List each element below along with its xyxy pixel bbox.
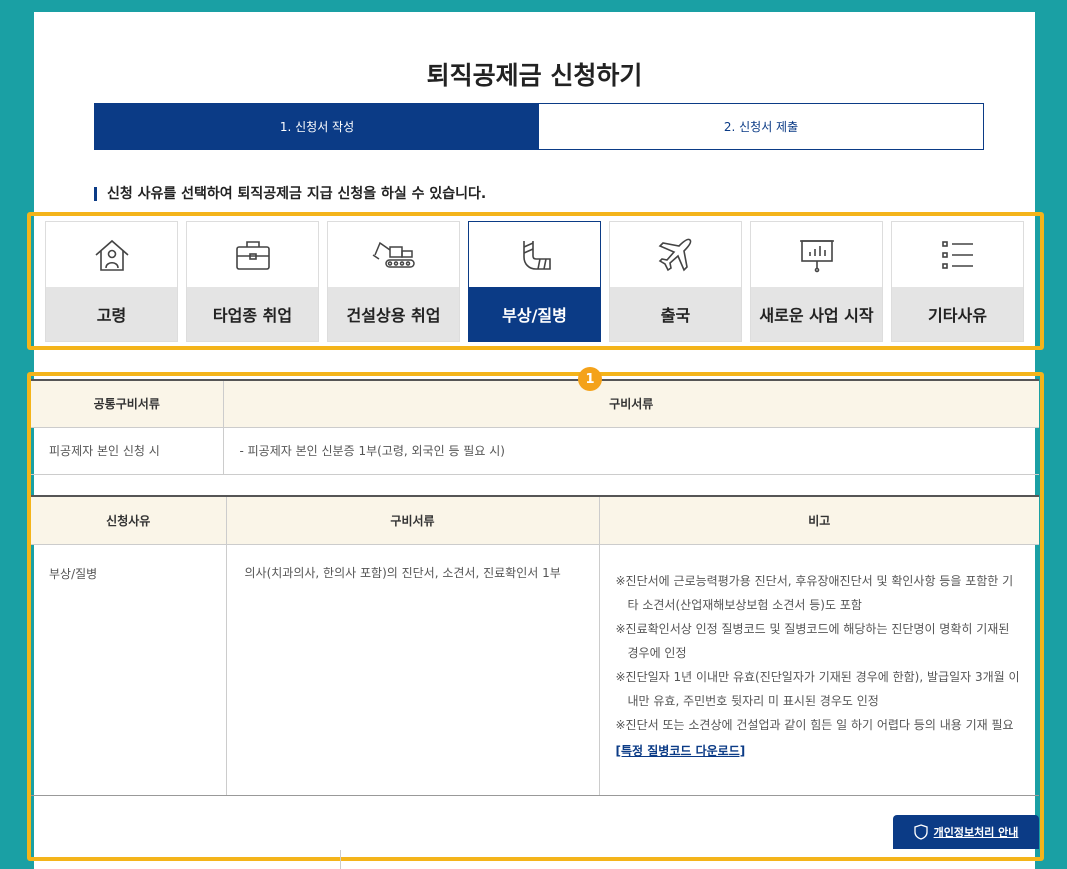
reason-label: 부상/질병: [469, 287, 600, 341]
reason-label: 출국: [610, 287, 741, 341]
note-item: ※진료확인서상 인정 질병코드 및 질병코드에 해당하는 진단명이 명확히 기재…: [615, 621, 1010, 660]
reason-card-list: 고령 타업종 취업 건설상용 취업 부상/질병 출국 새로운 사업 시작 기타사…: [45, 221, 1024, 342]
column-header: 구비서류: [226, 496, 600, 545]
reason-card-departure[interactable]: 출국: [609, 221, 742, 342]
list-icon: [941, 240, 973, 269]
step-write[interactable]: 1. 신청서 작성: [95, 104, 539, 149]
reason-card-injury[interactable]: 부상/질병: [468, 221, 601, 342]
disease-code-download-link[interactable]: [특정 질병코드 다운로드]: [616, 739, 746, 763]
privacy-button-label: 개인정보처리 안내: [933, 826, 1019, 839]
intro-text: 신청 사유를 선택하여 퇴직공제금 지급 신청을 하실 수 있습니다.: [94, 187, 486, 201]
airplane-icon: [658, 238, 691, 271]
column-header: 공통구비서류: [31, 380, 224, 428]
privacy-notice-button[interactable]: 개인정보처리 안내: [893, 815, 1039, 849]
common-documents-table: 공통구비서류 구비서류 피공제자 본인 신청 시 - 피공제자 본인 신분증 1…: [31, 379, 1039, 475]
briefcase-icon: [235, 240, 270, 270]
table-cell: 피공제자 본인 신청 시: [31, 427, 224, 475]
table-cell: 의사(치과의사, 한의사 포함)의 진단서, 소견서, 진료확인서 1부: [226, 544, 600, 796]
presentation-board-icon: [799, 239, 834, 272]
cast-arm-icon: [522, 240, 551, 270]
note-item: ※진단일자 1년 이내만 유효(진단일자가 기재된 경우에 한함), 발급일자 …: [615, 669, 1020, 708]
reason-card-construction[interactable]: 건설상용 취업: [327, 221, 460, 342]
table-cell: 부상/질병: [31, 544, 227, 796]
note-item: ※진단서에 근로능력평가용 진단서, 후유장애진단서 및 확인사항 등을 포함한…: [615, 573, 1014, 612]
reason-card-new-business[interactable]: 새로운 사업 시작: [750, 221, 883, 342]
excavator-icon: [372, 241, 415, 268]
table-cell: - 피공제자 본인 신분증 1부(고령, 외국인 등 필요 시): [223, 427, 1039, 475]
detail-documents-table: 신청사유 구비서류 비고 부상/질병 의사(치과의사, 한의사 포함)의 진단서…: [31, 495, 1039, 796]
reason-card-elderly[interactable]: 고령: [45, 221, 178, 342]
notes-cell: ※진단서에 근로능력평가용 진단서, 후유장애진단서 및 확인사항 등을 포함한…: [599, 544, 1039, 796]
page-title: 퇴직공제금 신청하기: [426, 61, 643, 90]
divider: [340, 850, 341, 869]
reason-card-other-job[interactable]: 타업종 취업: [186, 221, 319, 342]
reason-label: 타업종 취업: [187, 287, 318, 341]
step-indicator: 1. 신청서 작성 2. 신청서 제출: [94, 103, 984, 150]
reason-label: 기타사유: [892, 287, 1023, 341]
reason-label: 건설상용 취업: [328, 287, 459, 341]
reason-card-other[interactable]: 기타사유: [891, 221, 1024, 342]
note-item: ※진단서 또는 소견상에 건설업과 같이 힘든 일 하기 어렵다 등의 내용 기…: [615, 717, 1014, 732]
table-row: 부상/질병 의사(치과의사, 한의사 포함)의 진단서, 소견서, 진료확인서 …: [31, 544, 1039, 796]
column-header: 신청사유: [31, 496, 227, 545]
shield-icon: [913, 824, 928, 840]
elderly-house-icon: [94, 239, 129, 271]
reason-label: 새로운 사업 시작: [751, 287, 882, 341]
annotation-badge: 1: [578, 367, 602, 391]
table-row: 피공제자 본인 신청 시 - 피공제자 본인 신분증 1부(고령, 외국인 등 …: [31, 427, 1039, 475]
reason-label: 고령: [46, 287, 177, 341]
column-header: 구비서류: [223, 380, 1039, 428]
step-submit[interactable]: 2. 신청서 제출: [539, 104, 983, 149]
column-header: 비고: [599, 496, 1039, 545]
